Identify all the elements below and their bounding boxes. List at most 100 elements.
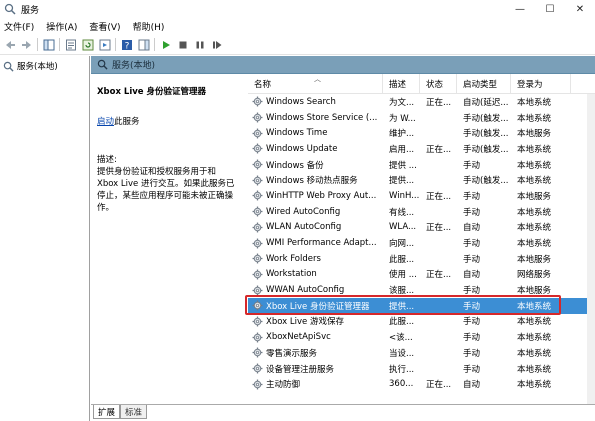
table-row[interactable]: WLAN AutoConfig WLA... 正在... 自动 本地系统 (248, 220, 595, 236)
table-row[interactable]: Windows 备份 提供 ... 手动 本地系统 (248, 157, 595, 173)
cell-description: 提供... (383, 172, 420, 188)
column-header-startup-type[interactable]: 启动类型 (457, 74, 511, 94)
column-header-description[interactable]: 描述 (383, 74, 420, 94)
export-list-icon[interactable] (98, 38, 111, 51)
cell-log-on-as-text: 本地系统 (517, 317, 552, 328)
column-header-name[interactable]: ︿ 名称 (248, 74, 383, 94)
tab-extended[interactable]: 扩展 (93, 405, 121, 419)
cell-name: 主动防御 (248, 376, 383, 392)
table-row[interactable]: Windows Time 维护... 手动(触发... 本地服务 (248, 125, 595, 141)
restart-icon[interactable] (210, 38, 223, 51)
cell-startup-type-text: 手动 (463, 254, 481, 265)
table-row[interactable]: Windows Update 启用... 正在... 手动(触发... 本地系统 (248, 141, 595, 157)
forward-icon[interactable] (20, 38, 33, 51)
cell-startup-type: 手动 (457, 329, 511, 345)
table-header: ︿ 名称 描述 状态 启动类型 登录为 (248, 74, 595, 94)
table-row[interactable]: Windows Search 为文... 正在... 自动(延迟... 本地系统 (248, 94, 595, 110)
table-row[interactable]: XboxNetApiSvc <该... 手动 本地系统 (248, 329, 595, 345)
cell-log-on-as: 本地系统 (511, 235, 571, 251)
table-row[interactable]: Xbox Live 身份验证管理器 提供... 手动 本地系统 (245, 294, 595, 315)
cell-log-on-as: 网络服务 (511, 267, 571, 283)
cell-log-on-as: 本地系统 (511, 110, 571, 126)
cell-startup-type: 手动 (457, 251, 511, 267)
service-title: Xbox Live 身份验证管理器 (97, 87, 207, 97)
close-button[interactable]: ✕ (565, 0, 595, 18)
menu-action[interactable]: 操作(A) (46, 20, 77, 33)
cell-description-text: WinH... (389, 190, 420, 201)
cell-status (420, 251, 457, 267)
table-row[interactable]: WWAN AutoConfig 该服... 手动 本地服务 (248, 282, 595, 298)
service-gear-icon (252, 300, 263, 311)
cell-description-text: 维护... (389, 129, 415, 140)
cell-description-text: WLA... (389, 222, 417, 233)
column-header-status[interactable]: 状态 (420, 74, 457, 94)
cell-status (420, 235, 457, 251)
cell-status-text: 正在... (426, 270, 452, 281)
minimize-button[interactable]: — (505, 0, 535, 18)
cell-name: Windows Search (248, 94, 383, 110)
column-label: 名称 (254, 80, 272, 90)
cell-description-text: 当设... (389, 348, 415, 359)
service-gear-icon (252, 96, 263, 107)
table-row[interactable]: Windows Store Service (... 为 W... 手动(触发...… (248, 110, 595, 126)
table-row[interactable]: Work Folders 此服... 手动 本地服务 (248, 251, 595, 267)
cell-description-text: 启用... (389, 144, 415, 155)
tree-item-services-local[interactable]: 服务(本地) (0, 59, 89, 73)
menu-view[interactable]: 查看(V) (89, 20, 120, 33)
cell-status (420, 125, 457, 141)
service-gear-icon (252, 191, 263, 201)
cell-name-text: WLAN AutoConfig (266, 222, 342, 233)
service-gear-icon (252, 379, 263, 390)
cell-startup-type: 手动 (457, 361, 511, 377)
start-service-link[interactable]: 启动 (97, 117, 114, 127)
table-row[interactable]: Workstation 使用 ... 正在... 自动 网络服务 (248, 267, 595, 283)
table-row[interactable]: Windows 移动热点服务 提供... 手动(触发... 本地系统 (248, 172, 595, 188)
console-tree-icon[interactable] (42, 38, 55, 51)
show-hide-pane-icon[interactable] (137, 38, 150, 51)
service-gear-icon (252, 285, 263, 296)
cell-name-text: 设备管理注册服务 (266, 364, 335, 375)
column-header-log-on-as[interactable]: 登录为 (511, 74, 571, 94)
help-icon[interactable]: ? (120, 38, 133, 51)
cell-description: 维护... (383, 125, 420, 141)
table-row[interactable]: 零售演示服务 当设... 手动 本地系统 (248, 345, 595, 361)
table-row[interactable]: WinHTTP Web Proxy Aut... WinH... 正在... 手动 本地… (248, 188, 595, 204)
table-row[interactable]: Wired AutoConfig 有线... 手动 本地系统 (248, 204, 595, 220)
maximize-button[interactable]: ☐ (535, 0, 565, 18)
back-icon[interactable] (3, 38, 16, 51)
table-row[interactable]: 主动防御 360... 正在... 自动 本地系统 (248, 376, 595, 392)
refresh-icon[interactable] (81, 38, 94, 51)
vertical-scrollbar[interactable] (587, 94, 595, 404)
cell-description: 当设... (383, 345, 420, 361)
menu-help[interactable]: 帮助(H) (133, 20, 165, 33)
column-label: 启动类型 (463, 80, 498, 90)
cell-status (420, 204, 457, 220)
cell-status (420, 314, 457, 330)
cell-startup-type-text: 手动 (463, 348, 481, 359)
play-icon[interactable] (159, 38, 172, 51)
cell-log-on-as: 本地系统 (511, 329, 571, 345)
menu-file[interactable]: 文件(F) (4, 20, 34, 33)
cell-name-text: Workstation (266, 269, 317, 280)
table-row[interactable]: Xbox Live 游戏保存 此服... 手动 本地系统 (248, 314, 595, 330)
cell-startup-type-text: 手动 (463, 301, 481, 312)
cell-startup-type: 自动(延迟... (457, 94, 511, 110)
toolbar: ? (0, 35, 595, 55)
cell-log-on-as: 本地系统 (511, 157, 571, 173)
stop-icon[interactable] (176, 38, 189, 51)
cell-log-on-as-text: 本地系统 (517, 176, 552, 187)
table-row[interactable]: WMI Performance Adapt... 向网... 手动 本地系统 (248, 235, 595, 251)
table-row[interactable]: 设备管理注册服务 执行... 手动 本地系统 (248, 361, 595, 377)
cell-startup-type-text: 自动 (463, 380, 481, 391)
cell-startup-type: 自动 (457, 220, 511, 236)
cell-log-on-as-text: 本地系统 (517, 113, 552, 124)
cell-status: 正在... (420, 376, 457, 392)
main-pane: 服务(本地) Xbox Live 身份验证管理器 启动此服务 描述: 提供身份验… (91, 56, 595, 421)
main-header-title: 服务(本地) (112, 61, 156, 71)
cell-name: Windows Update (248, 141, 383, 157)
tab-standard[interactable]: 标准 (120, 405, 148, 419)
view-tabs: 扩展 标准 (91, 404, 595, 421)
pause-icon[interactable] (193, 38, 206, 51)
cell-name: Windows Time (248, 125, 383, 141)
properties-icon[interactable] (64, 38, 77, 51)
